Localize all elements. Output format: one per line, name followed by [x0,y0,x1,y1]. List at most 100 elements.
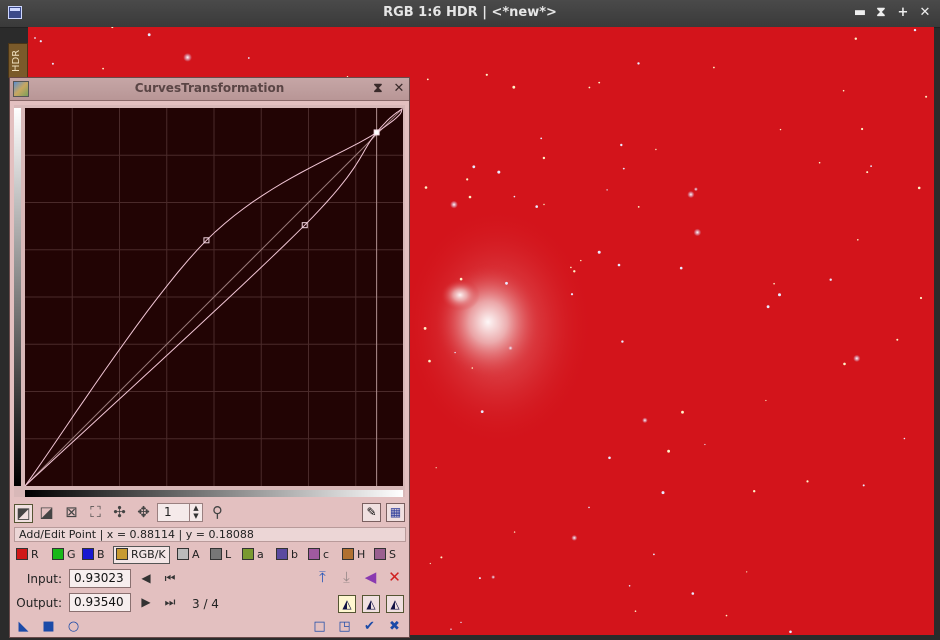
reset-instance-icon[interactable]: ✖ [387,619,402,634]
nebula-core [433,262,543,382]
star [597,250,601,254]
spin-arrows-icon[interactable]: ▲ ▼ [189,504,202,521]
star [621,340,624,343]
channel-b[interactable]: b [276,547,298,563]
star [617,263,621,267]
interpolation-linear-icon[interactable]: ◭ [386,595,404,613]
star [773,282,775,285]
star [925,95,928,98]
dialog-close-icon[interactable]: ✕ [391,80,407,98]
star [491,575,496,580]
star [620,143,623,147]
last-point-icon[interactable]: ⏭ [163,595,177,610]
apply-icon[interactable]: ■ [41,619,56,634]
star [903,437,906,440]
star [789,630,792,634]
star [508,345,513,351]
track-view-icon[interactable]: ✔ [362,619,377,634]
star [766,305,770,309]
star [704,443,706,446]
channel-l[interactable]: L [210,547,231,563]
maximize-icon[interactable]: + [895,5,911,21]
input-gradient-bar [25,490,403,497]
delete-point-icon[interactable]: ⊠ [63,504,80,521]
star [667,449,670,453]
star [472,165,476,169]
star [806,480,809,483]
channel-c[interactable]: c [308,547,329,563]
output-field[interactable]: 0.93540 [69,593,131,612]
star [505,281,508,285]
apply-global-icon[interactable]: ○ [66,619,81,634]
point-index: 3 / 4 [192,597,219,611]
star [765,399,767,402]
star [693,228,702,237]
invert-icon[interactable]: ⤒ [314,569,331,586]
next-point-icon[interactable]: ▶ [139,595,153,609]
channel-swatch-icon [342,548,354,560]
dialog-shade-icon[interactable]: ⧗ [370,80,386,98]
curve-graph[interactable] [14,105,405,497]
close-icon[interactable]: ✕ [917,5,933,21]
channel-label: H [357,548,366,561]
star [429,562,431,565]
channel-s[interactable]: S [374,547,396,563]
reset-icon[interactable]: ✕ [386,569,403,586]
channel-swatch-icon [276,548,288,560]
zoom-1-1-icon[interactable]: ✣ [111,504,128,521]
star [480,410,484,413]
reverse-icon[interactable]: ◀ [362,569,379,586]
hdr-side-tab[interactable]: HDR [8,43,28,78]
channel-a[interactable]: a [242,547,264,563]
pan-icon[interactable]: ✥ [135,504,152,521]
channel-r[interactable]: R [16,547,39,563]
browse-documentation-icon[interactable]: ◳ [337,619,352,634]
channel-swatch-icon [116,548,128,560]
star [450,628,452,630]
shade-icon[interactable]: ⧗ [873,5,889,21]
star [454,351,456,354]
edit-point-icon[interactable]: ◩ [14,504,33,523]
channel-b[interactable]: B [82,547,105,563]
channel-g[interactable]: G [52,547,76,563]
star [913,28,917,32]
input-label: Input: [26,572,62,586]
real-time-preview-icon[interactable]: □ [312,619,327,634]
curve-graph-svg[interactable] [14,105,405,497]
star [818,161,821,164]
minimize-icon[interactable]: ▬ [852,5,868,21]
channel-rgbk[interactable]: RGB/K [113,546,170,564]
star [917,186,921,190]
show-all-curves-icon[interactable]: ✎ [362,503,381,522]
zoom-level-spinbox[interactable]: 1 ▲ ▼ [157,503,203,522]
show-grid-icon[interactable]: ▦ [386,503,405,522]
star [573,270,576,273]
new-instance-icon[interactable]: ◣ [16,619,31,634]
dialog-title: CurvesTransformation [134,81,285,95]
interpolation-akima-icon[interactable]: ◭ [338,595,356,613]
star [580,259,582,262]
channel-label: A [192,548,200,561]
star [713,66,715,69]
channel-a[interactable]: A [177,547,200,563]
input-field[interactable]: 0.93023 [69,569,131,588]
star [857,239,859,241]
channel-h[interactable]: H [342,547,365,563]
star [570,293,574,296]
swap-icon[interactable]: ⤓ [338,569,355,586]
star [608,456,611,460]
star [542,156,546,160]
curve-point[interactable] [373,129,380,136]
star [919,296,923,300]
star [423,327,427,330]
zoom-fit-icon[interactable]: ⛶ [87,504,104,521]
interpolation-cubic-icon[interactable]: ◭ [362,595,380,613]
star [655,148,657,151]
first-point-icon[interactable]: ⏮ [163,571,177,586]
previous-point-icon[interactable]: ◀ [139,571,153,585]
star [570,266,572,269]
zoom-icon[interactable]: ⚲ [209,504,226,521]
select-point-icon[interactable]: ◪ [38,504,55,521]
star [571,534,578,541]
star [642,417,648,424]
